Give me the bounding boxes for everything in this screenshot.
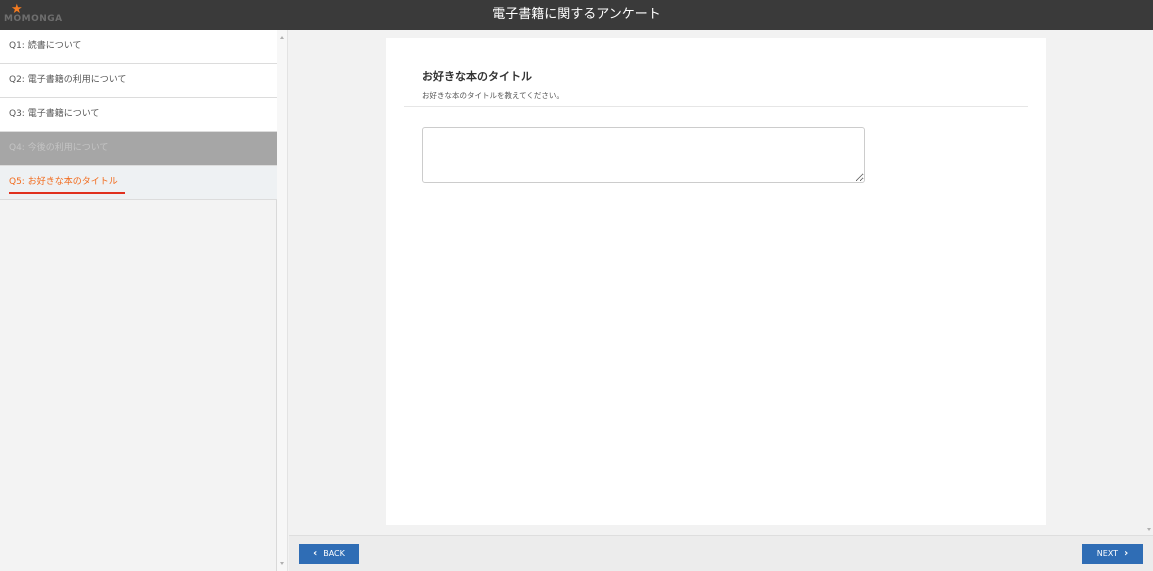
back-button[interactable]: ‹ BACK	[299, 544, 359, 564]
next-label: NEXT	[1096, 549, 1119, 558]
active-underline	[9, 192, 125, 194]
sidebar-item-label: Q5: お好きな本のタイトル	[9, 177, 118, 187]
chevron-right-icon: ›	[1124, 548, 1129, 559]
footer-bar: ‹ BACK NEXT ›	[289, 535, 1153, 571]
sidebar-item-label: Q1: 読書について	[9, 41, 82, 51]
question-title: お好きな本のタイトル	[422, 70, 532, 83]
main-scrollbar[interactable]	[1144, 30, 1153, 535]
sidebar-item-q3[interactable]: Q3: 電子書籍について	[0, 98, 277, 132]
scroll-up-icon[interactable]	[280, 36, 284, 39]
main-content: お好きな本のタイトル お好きな本のタイトルを教えてください。	[289, 30, 1153, 535]
next-button[interactable]: NEXT ›	[1082, 544, 1143, 564]
scroll-down-icon[interactable]	[1147, 528, 1151, 531]
sidebar-item-q2[interactable]: Q2: 電子書籍の利用について	[0, 64, 277, 98]
sidebar-item-q1[interactable]: Q1: 読書について	[0, 30, 277, 64]
sidebar-item-label: Q2: 電子書籍の利用について	[9, 75, 127, 85]
sidebar-item-q5[interactable]: Q5: お好きな本のタイトル	[0, 166, 277, 200]
divider	[404, 106, 1028, 107]
chevron-left-icon: ‹	[313, 548, 318, 559]
question-sidebar: Q1: 読書について Q2: 電子書籍の利用について Q3: 電子書籍について …	[0, 30, 277, 571]
scroll-down-icon[interactable]	[280, 562, 284, 565]
top-header: ★ MOMONGA 電子書籍に関するアンケート	[0, 0, 1153, 30]
sidebar-item-label: Q3: 電子書籍について	[9, 109, 100, 119]
question-description: お好きな本のタイトルを教えてください。	[422, 91, 564, 100]
sidebar-item-label: Q4: 今後の利用について	[9, 143, 109, 153]
sidebar-item-q4: Q4: 今後の利用について	[0, 132, 277, 166]
question-card: お好きな本のタイトル お好きな本のタイトルを教えてください。	[386, 38, 1046, 525]
sidebar-scrollbar[interactable]	[277, 30, 288, 571]
back-label: BACK	[323, 549, 345, 558]
answer-textarea[interactable]	[422, 127, 865, 183]
page-title: 電子書籍に関するアンケート	[492, 7, 661, 22]
